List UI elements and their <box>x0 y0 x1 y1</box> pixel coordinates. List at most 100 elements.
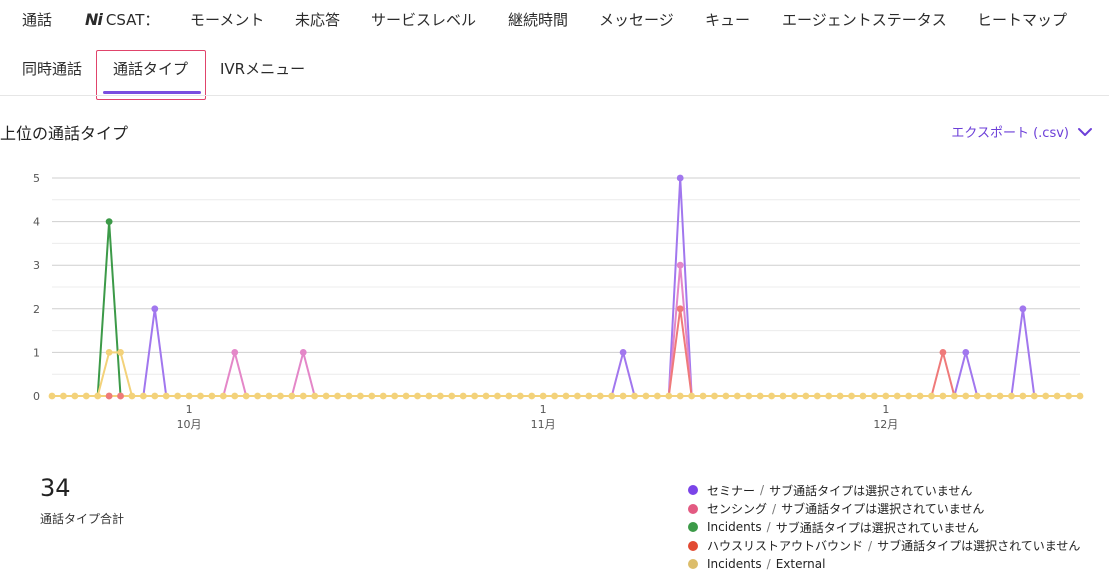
x-tick-day-label: 1 <box>540 403 547 416</box>
data-point-zero <box>608 392 616 400</box>
tab-concurrent-calls[interactable]: 同時通話 <box>22 49 82 89</box>
data-point-zero <box>848 392 855 400</box>
data-point-zero <box>688 392 696 400</box>
y-tick-label: 2 <box>33 303 40 316</box>
x-tick-day-label: 1 <box>186 403 193 416</box>
data-point-zero <box>676 392 684 400</box>
legend-dot-icon <box>688 522 698 533</box>
legend-item[interactable]: セミナー / サブ通話タイプは選択されていません <box>688 481 1080 500</box>
data-point-zero <box>619 392 627 400</box>
legend-separator: / <box>772 501 777 516</box>
data-point-zero <box>379 392 387 400</box>
tab-label: エージェントステータス <box>782 11 947 29</box>
tab-unanswered[interactable]: 未応答 <box>295 0 340 40</box>
data-point-zero <box>1019 392 1027 400</box>
y-tick-label: 5 <box>33 172 40 185</box>
data-point-zero <box>436 392 444 400</box>
data-point-zero <box>334 392 341 400</box>
legend-sub-type: サブ通話タイプは選択されていません <box>877 539 1081 554</box>
data-point-zero <box>1065 392 1072 400</box>
x-tick-month-label: 11月 <box>531 418 556 431</box>
legend-series-name: Incidents <box>707 520 762 535</box>
tab-moments[interactable]: モーメント <box>190 0 264 40</box>
call-types-line-chart: 0 1 2 3 4 5 1 10月 1 11月 1 12月 <box>33 172 1084 431</box>
data-point-zero <box>711 392 718 400</box>
data-point-zero <box>973 392 981 400</box>
data-point-zero <box>231 392 239 400</box>
data-point-zero <box>813 392 821 400</box>
data-point-zero <box>985 392 993 400</box>
nav-divider <box>0 95 1109 96</box>
tab-calls[interactable]: 通話 <box>22 0 52 40</box>
tab-messages[interactable]: メッセージ <box>599 0 674 40</box>
data-point-zero <box>916 392 924 400</box>
data-point-zero <box>893 392 901 400</box>
legend-series-name: センシング <box>707 502 768 517</box>
data-point-zero <box>357 392 364 400</box>
data-point-zero <box>345 392 353 400</box>
data-point-zero <box>402 392 410 400</box>
data-point-zero <box>414 392 421 400</box>
tab-label: ヒートマップ <box>977 11 1068 29</box>
data-point-zero <box>733 392 741 400</box>
data-point-zero <box>1042 392 1050 400</box>
tab-duration[interactable]: 継続時間 <box>508 0 568 40</box>
data-point-zero <box>242 392 250 400</box>
data-point <box>1019 305 1027 313</box>
legend-series-name: セミナー <box>707 483 756 498</box>
tab-label: 通話 <box>22 11 53 29</box>
legend-item[interactable]: センシング / サブ通話タイプは選択されていません <box>688 500 1080 519</box>
data-point-zero <box>459 392 467 400</box>
data-point-zero <box>197 392 204 400</box>
data-point-zero <box>151 392 159 400</box>
tab-service-level[interactable]: サービスレベル <box>371 0 476 40</box>
legend-sub-type: サブ通話タイプは選択されていません <box>775 520 979 535</box>
export-csv-button[interactable]: エクスポート (.csv) <box>951 122 1093 141</box>
tab-label: キュー <box>705 11 751 29</box>
legend-item[interactable]: Incidents / サブ通話タイプは選択されていません <box>688 518 1080 537</box>
chart-legend: セミナー / サブ通話タイプは選択されていません センシング / サブ通話タイプは選択され… <box>688 481 1080 572</box>
data-point-zero <box>1076 392 1084 400</box>
tab-heatmap[interactable]: ヒートマップ <box>977 0 1067 40</box>
tab-ivr-menu[interactable]: IVRメニュー <box>220 49 305 89</box>
data-point-zero <box>996 392 1004 400</box>
tab-label: モーメント <box>190 11 265 29</box>
tab-agent-status[interactable]: エージェントステータス <box>782 0 947 40</box>
data-point-zero <box>94 392 102 400</box>
tab-queue[interactable]: キュー <box>705 0 750 40</box>
legend-separator: / <box>760 483 765 498</box>
data-point-zero <box>48 392 56 400</box>
data-point-zero <box>825 392 833 400</box>
data-point <box>105 218 113 225</box>
legend-series-name: ハウスリストアウトバウンド <box>707 539 864 554</box>
data-point-zero <box>277 392 284 400</box>
tab-csat[interactable]: Ni CSAT： <box>85 0 159 40</box>
legend-dot-icon <box>688 540 698 551</box>
data-point <box>939 349 947 356</box>
data-point-zero <box>722 392 730 400</box>
total-call-types-value: 34 <box>40 474 71 502</box>
y-tick-label: 3 <box>33 259 40 272</box>
data-point-zero <box>962 392 970 400</box>
data-point <box>676 261 684 269</box>
data-point-zero <box>516 392 524 400</box>
x-tick-month-label: 12月 <box>873 418 898 431</box>
legend-item[interactable]: Incidents / External <box>688 555 1080 572</box>
data-point-zero <box>368 392 376 400</box>
data-point-zero-overlap <box>105 392 113 400</box>
data-point-zero <box>665 392 673 400</box>
legend-sub-type: サブ通話タイプは選択されていません <box>769 483 973 498</box>
data-point-zero <box>745 392 753 400</box>
chevron-down-icon <box>1078 127 1092 136</box>
legend-dot-icon <box>688 503 698 514</box>
legend-item[interactable]: ハウスリストアウトバウンド / サブ通話タイプは選択されていません <box>688 537 1080 556</box>
active-tab-underline <box>103 91 201 94</box>
data-point <box>231 349 239 356</box>
export-label: エクスポート (.csv) <box>951 126 1069 141</box>
data-point-zero <box>905 392 913 400</box>
data-point <box>299 349 307 356</box>
data-point <box>676 305 684 313</box>
data-point-zero <box>139 392 147 400</box>
data-point-zero <box>551 392 558 400</box>
total-call-types-label: 通話タイプ合計 <box>40 512 125 526</box>
